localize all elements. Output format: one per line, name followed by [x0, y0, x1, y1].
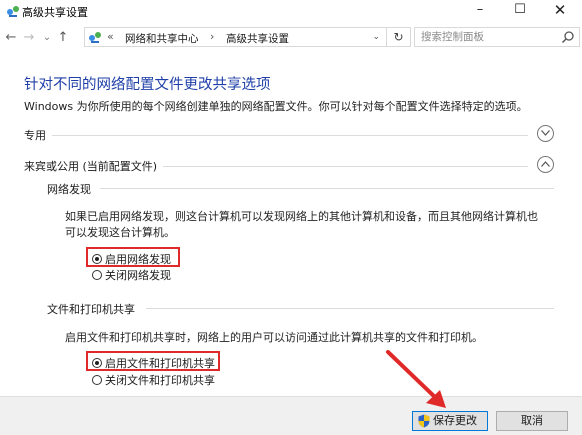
- page-description: Windows 为你所使用的每个网络创建单独的网络配置文件。你可以针对每个配置文…: [24, 100, 528, 113]
- radio-button-checked[interactable]: [92, 254, 102, 264]
- recent-locations-button[interactable]: ⌄: [39, 28, 55, 48]
- file-printer-sharing-desc: 启用文件和打印机共享时，网络上的用户可以访问通过此计算机共享的文件和打印机。: [65, 331, 483, 344]
- section-divider: [158, 166, 528, 167]
- address-bar[interactable]: « 网络和共享中心 › 高级共享设置 ⌄: [84, 27, 387, 47]
- forward-button[interactable]: →: [21, 28, 37, 48]
- file-printer-sharing-title: 文件和打印机共享: [47, 303, 135, 316]
- radio-enable-file-printer-sharing[interactable]: 启用文件和打印机共享: [92, 355, 215, 370]
- radio-button-checked[interactable]: [92, 358, 102, 368]
- breadcrumb-separator-icon[interactable]: ›: [210, 30, 214, 43]
- network-discovery-desc-line1: 如果已启用网络发现，则这台计算机可以发现网络上的其他计算机和设备，而且其他网络计…: [65, 210, 538, 223]
- network-discovery-title: 网络发现: [47, 183, 91, 196]
- expand-chevron-icon[interactable]: [537, 125, 554, 142]
- refresh-button[interactable]: ↻: [387, 27, 411, 47]
- radio-disable-file-printer-sharing[interactable]: 关闭文件和打印机共享: [92, 372, 215, 387]
- section-private-label: 专用: [24, 127, 52, 143]
- footer-bar: 保存更改 取消: [0, 396, 582, 435]
- address-dropdown-icon[interactable]: ⌄: [372, 32, 380, 42]
- radio-label[interactable]: 关闭文件和打印机共享: [105, 374, 215, 387]
- radio-label[interactable]: 关闭网络发现: [105, 269, 171, 282]
- save-changes-button[interactable]: 保存更改: [412, 411, 488, 431]
- search-box[interactable]: [414, 27, 580, 47]
- search-input[interactable]: [421, 29, 551, 45]
- navigation-bar: ← → ⌄ ↑ « 网络和共享中心 › 高级共享设置 ⌄ ↻: [0, 24, 582, 52]
- minimize-button[interactable]: –: [460, 0, 500, 22]
- network-icon: [7, 6, 19, 17]
- radio-button[interactable]: [92, 270, 102, 280]
- radio-button[interactable]: [92, 375, 102, 385]
- uac-shield-icon: [418, 414, 430, 428]
- annotation-arrow-icon: [386, 350, 446, 408]
- radio-enable-network-discovery[interactable]: 启用网络发现: [92, 251, 171, 266]
- network-discovery-desc-line2: 可以发现这台计算机。: [65, 226, 175, 239]
- up-button[interactable]: ↑: [55, 28, 71, 48]
- section-guest-public-label: 来宾或公用 (当前配置文件): [24, 158, 164, 174]
- section-guest-public[interactable]: 来宾或公用 (当前配置文件): [24, 156, 554, 174]
- radio-label[interactable]: 启用文件和打印机共享: [105, 357, 215, 370]
- group-divider: [146, 308, 554, 309]
- save-button-label[interactable]: 保存更改: [433, 412, 477, 430]
- collapse-chevron-icon[interactable]: [537, 156, 554, 173]
- radio-label[interactable]: 启用网络发现: [105, 253, 171, 266]
- breadcrumb-network-sharing-center[interactable]: 网络和共享中心: [125, 31, 199, 46]
- maximize-button[interactable]: ☐: [500, 0, 540, 22]
- page-heading: 针对不同的网络配置文件更改共享选项: [24, 77, 271, 93]
- back-button[interactable]: ←: [3, 28, 19, 48]
- close-button[interactable]: ✕: [540, 0, 580, 22]
- group-divider: [100, 188, 554, 189]
- section-private[interactable]: 专用: [24, 125, 554, 143]
- search-icon[interactable]: [561, 30, 575, 44]
- title-bar: 高级共享设置 – ☐ ✕: [0, 0, 582, 22]
- cancel-button[interactable]: 取消: [496, 411, 568, 431]
- network-icon: [89, 32, 101, 43]
- section-divider: [52, 135, 528, 136]
- radio-disable-network-discovery[interactable]: 关闭网络发现: [92, 267, 171, 282]
- breadcrumb-advanced-sharing[interactable]: 高级共享设置: [226, 31, 289, 46]
- overflow-chevron-icon[interactable]: «: [107, 30, 114, 43]
- window-title: 高级共享设置: [22, 6, 88, 19]
